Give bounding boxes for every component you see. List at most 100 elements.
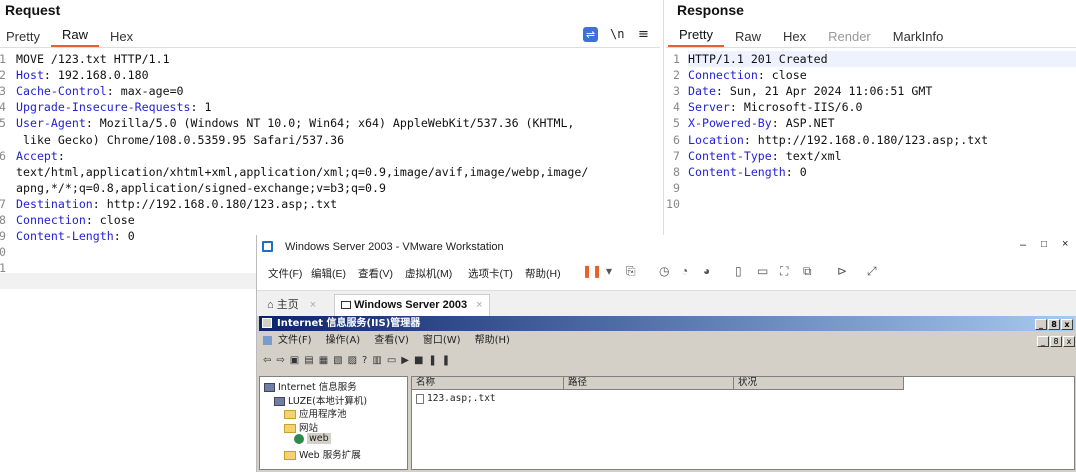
send-keys-icon[interactable]: ⎘ (626, 264, 636, 279)
pause-icon[interactable]: ❚❚ (428, 355, 455, 366)
tree-item[interactable]: 网站 (284, 420, 318, 434)
response-tab-render[interactable]: Render (817, 29, 882, 47)
folder-icon (284, 410, 296, 419)
request-tab-hex[interactable]: Hex (99, 29, 144, 47)
header-value: : Mozilla/5.0 (Windows NT 10.0; Win64; x… (85, 116, 575, 131)
header-value: HTTP/1.1 201 Created (688, 52, 828, 66)
vm-menu-item[interactable]: 帮助(H) (525, 266, 561, 281)
vmware-titlebar: Windows Server 2003 - VMware Workstation… (257, 235, 1076, 259)
code-line: Connection: close (16, 212, 135, 228)
vm-menu-item[interactable]: 虚拟机(M) (405, 266, 452, 281)
response-tab-pretty[interactable]: Pretty (668, 27, 724, 47)
iis-menu-item[interactable]: 窗口(W) (423, 335, 461, 346)
snapshot-icon[interactable]: ◷ (659, 264, 669, 278)
pause-icon[interactable]: ❚❚ (582, 264, 602, 278)
sidebar-icon[interactable]: ▯ (735, 264, 742, 278)
newline-icon[interactable]: \n (610, 27, 624, 41)
tree-item[interactable]: LUZE(本地计算机) (274, 393, 367, 407)
response-tab-raw[interactable]: Raw (724, 29, 772, 47)
header-value: : close (757, 68, 807, 83)
fullscreen-icon[interactable]: ⛶ (780, 264, 788, 279)
line-number: 8 (673, 164, 680, 179)
iis-toolbar: ⇦⇨▣▤▦▧▨?▥▭▶■❚❚ (259, 351, 1075, 371)
code-line: Accept: (16, 148, 65, 164)
restore-button[interactable]: 8 (1050, 335, 1062, 347)
tab-windows-server[interactable]: Windows Server 2003 × (334, 294, 490, 316)
minimize-button[interactable]: – (1020, 239, 1026, 251)
header-value: : text/xml (771, 148, 842, 163)
tree-item[interactable]: web (294, 433, 331, 444)
col-status[interactable]: 状况 (734, 377, 904, 390)
line-number: 3 (673, 84, 680, 99)
request-tab-pretty[interactable]: Pretty (0, 29, 51, 47)
iis-menubar: _ 8 x 文件(F) 操作(A) 查看(V) 窗口(W) 帮助(H) (259, 333, 1075, 349)
line-number: 9 (673, 180, 680, 195)
export-icon[interactable]: ▨ (348, 355, 362, 366)
tab-windows-server-close-icon[interactable]: × (476, 299, 482, 311)
vm-menu-item[interactable]: 选项卡(T) (468, 266, 513, 281)
power-dropdown-icon[interactable]: ▾ (606, 264, 612, 278)
line-number: 10 (0, 245, 6, 260)
response-body[interactable]: 1 HTTP/1.1 201 Created 2 Connection: close 3… (666, 51, 1074, 231)
minimize-button[interactable]: _ (1037, 335, 1049, 347)
line-number: 2 (0, 68, 6, 83)
vm-menu-item[interactable]: 文件(F) (268, 266, 302, 281)
vm-menu-item[interactable]: 查看(V) (358, 266, 393, 281)
request-tab-raw[interactable]: Raw (50, 27, 99, 47)
list-item[interactable]: 123.asp;.txt (416, 393, 496, 404)
tree-item[interactable]: Web 服务扩展 (284, 447, 361, 461)
line-number: 1 (673, 52, 680, 66)
close-button[interactable]: × (1062, 238, 1068, 250)
tree-item[interactable]: 应用程序池 (284, 406, 347, 420)
code-line: Destination: http://192.168.0.180/123.as… (16, 196, 337, 212)
tree-icon[interactable]: ▤ (304, 355, 318, 366)
code-line: apng,*/*;q=0.8,application/signed-exchan… (16, 180, 386, 196)
computer-icon[interactable]: ▭ (387, 355, 401, 366)
properties-icon[interactable]: ▦ (319, 355, 333, 366)
minimize-button[interactable]: _ (1035, 318, 1047, 330)
iis-menu-item[interactable]: 查看(V) (374, 335, 409, 346)
help-icon[interactable]: ? (362, 355, 372, 366)
tab-home[interactable]: ⌂ 主页 × (261, 295, 322, 315)
header-value: : 192.168.0.180 (43, 68, 149, 83)
revert-snapshot-icon[interactable]: ◔ (681, 264, 688, 278)
console-icon[interactable]: ⊳ (837, 264, 847, 278)
line-number: 5 (673, 116, 680, 131)
iis-menu-item[interactable]: 操作(A) (326, 335, 361, 346)
menu-icon[interactable]: ≡ (638, 27, 649, 42)
forward-icon[interactable]: ⇨ (276, 355, 289, 366)
tree-item-label: web (307, 433, 331, 444)
thumbnail-icon[interactable]: ▭ (757, 264, 768, 278)
tree-item[interactable]: Internet 信息服务 (264, 379, 357, 393)
unity-icon[interactable]: ⧉ (803, 264, 812, 279)
iis-menu-item[interactable]: 帮助(H) (475, 335, 510, 346)
iis-menu-item[interactable]: 文件(F) (278, 335, 312, 346)
code-line: Cache-Control: max-age=0 (16, 83, 184, 99)
play-icon[interactable]: ▶ (401, 355, 414, 366)
view-icon[interactable]: ▥ (372, 355, 386, 366)
stretch-icon[interactable]: ⤢ (867, 264, 877, 279)
stop-icon[interactable]: ■ (414, 355, 428, 366)
up-icon[interactable]: ▣ (290, 355, 304, 366)
code-line: Location: http://192.168.0.180/123.asp;.… (688, 132, 988, 148)
back-icon[interactable]: ⇦ (263, 355, 276, 366)
response-tab-markinfo[interactable]: MarkInfo (882, 29, 955, 47)
iis-manager-window: Internet 信息服务(IIS)管理器 _ 8 x _ 8 x 文件(F) 操作(A)… (257, 316, 1076, 472)
col-path[interactable]: 路径 (564, 377, 734, 390)
vm-menu-item[interactable]: 编辑(E) (311, 266, 346, 281)
close-button[interactable]: x (1063, 335, 1075, 347)
header-key: Connection (16, 213, 86, 227)
close-button[interactable]: x (1061, 318, 1073, 330)
col-name[interactable]: 名称 (412, 377, 564, 390)
tab-home-close-icon[interactable]: × (310, 299, 316, 311)
maximize-button[interactable]: □ (1041, 239, 1047, 250)
refresh-icon[interactable]: ▧ (333, 355, 347, 366)
wrap-icon[interactable]: ⇌ (583, 27, 598, 42)
line-number: 2 (673, 68, 680, 83)
vm-tab-icon (341, 301, 351, 310)
response-tab-hex[interactable]: Hex (772, 29, 817, 47)
line-number: 4 (0, 100, 6, 115)
restore-button[interactable]: 8 (1048, 318, 1060, 330)
snapshot-manager-icon[interactable]: ◕ (703, 264, 710, 278)
code-line: text/html,application/xhtml+xml,applicat… (16, 164, 588, 180)
